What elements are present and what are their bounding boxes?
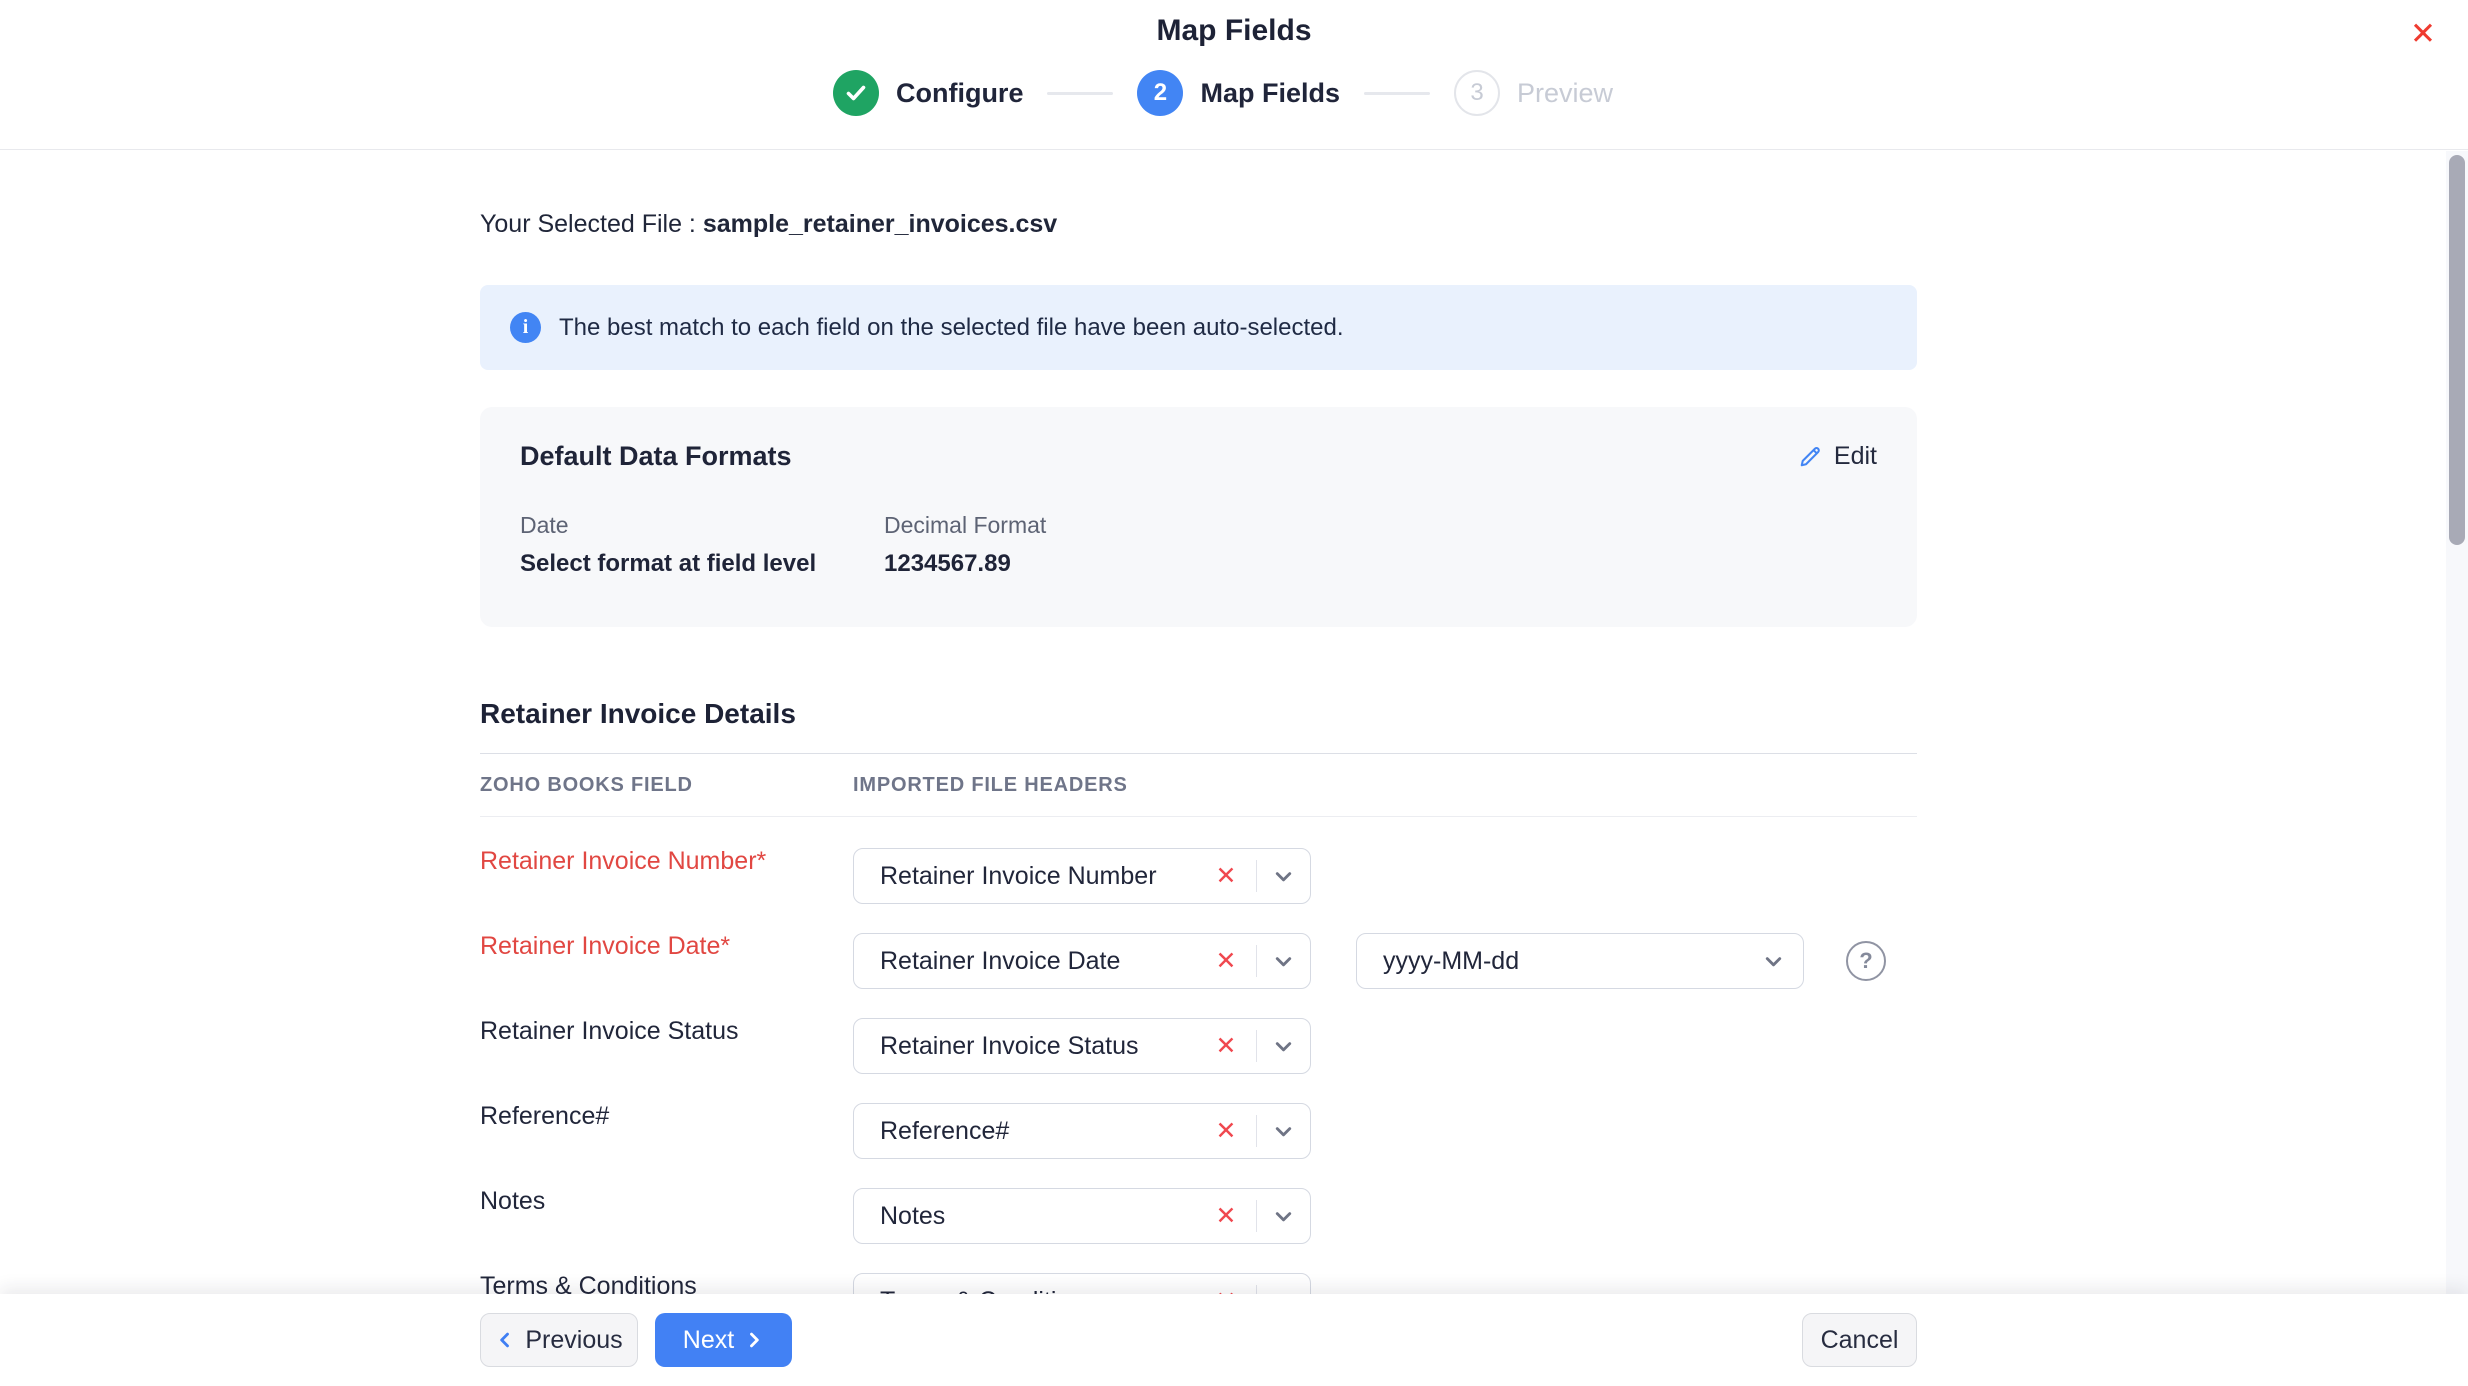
column-header-imported-headers: IMPORTED FILE HEADERS bbox=[853, 774, 1917, 797]
mapping-row: Reference# Reference# ✕ bbox=[480, 1103, 1917, 1159]
chevron-down-icon[interactable] bbox=[1257, 1205, 1310, 1228]
dialog-footer: Previous Next Cancel bbox=[0, 1294, 2468, 1386]
edit-label: Edit bbox=[1834, 442, 1877, 471]
step-number-circle: 3 bbox=[1454, 70, 1500, 116]
step-map-fields[interactable]: 2 Map Fields bbox=[1137, 70, 1340, 116]
field-label: Retainer Invoice Date* bbox=[480, 932, 853, 961]
imported-header-select[interactable]: Retainer Invoice Status ✕ bbox=[853, 1018, 1311, 1074]
scrollbar-thumb[interactable] bbox=[2449, 155, 2465, 545]
default-data-formats-panel: Default Data Formats Edit Date Select fo… bbox=[480, 407, 1917, 627]
step-number-circle: 2 bbox=[1137, 70, 1183, 116]
imported-header-select[interactable]: Retainer Invoice Number ✕ bbox=[853, 848, 1311, 904]
chevron-right-icon bbox=[744, 1330, 764, 1350]
clear-selection-icon[interactable]: ✕ bbox=[1208, 1204, 1256, 1229]
selected-header: Retainer Invoice Status bbox=[880, 1032, 1208, 1061]
dialog-body: Your Selected File : sample_retainer_inv… bbox=[480, 151, 1917, 1358]
format-value: 1234567.89 bbox=[884, 550, 1248, 578]
dialog-title: Map Fields bbox=[0, 0, 2468, 48]
chevron-down-icon bbox=[1747, 950, 1803, 973]
cancel-label: Cancel bbox=[1821, 1326, 1899, 1355]
step-preview: 3 Preview bbox=[1454, 70, 1613, 116]
clear-selection-icon[interactable]: ✕ bbox=[1208, 1034, 1256, 1059]
scrollbar-track[interactable] bbox=[2446, 151, 2468, 1294]
clear-selection-icon[interactable]: ✕ bbox=[1208, 949, 1256, 974]
info-banner: i The best match to each field on the se… bbox=[480, 285, 1917, 370]
selected-date-format: yyyy-MM-dd bbox=[1383, 947, 1747, 976]
step-label: Configure bbox=[896, 78, 1024, 109]
clear-selection-icon[interactable]: ✕ bbox=[1208, 864, 1256, 889]
selected-header: Retainer Invoice Date bbox=[880, 947, 1208, 976]
check-icon bbox=[844, 81, 868, 105]
info-banner-text: The best match to each field on the sele… bbox=[559, 314, 1344, 342]
step-check-circle bbox=[833, 70, 879, 116]
selected-header: Notes bbox=[880, 1202, 1208, 1231]
chevron-down-icon[interactable] bbox=[1257, 865, 1310, 888]
next-label: Next bbox=[683, 1326, 734, 1355]
chevron-down-icon[interactable] bbox=[1257, 1120, 1310, 1143]
previous-label: Previous bbox=[525, 1326, 622, 1355]
mapping-table-header: ZOHO BOOKS FIELD IMPORTED FILE HEADERS bbox=[480, 753, 1917, 817]
selected-file-line: Your Selected File : sample_retainer_inv… bbox=[480, 209, 1917, 239]
format-label: Date bbox=[520, 512, 884, 539]
date-format-select[interactable]: yyyy-MM-dd bbox=[1356, 933, 1804, 989]
imported-header-select[interactable]: Notes ✕ bbox=[853, 1188, 1311, 1244]
format-item-date: Date Select format at field level bbox=[520, 512, 884, 578]
edit-formats-button[interactable]: Edit bbox=[1797, 442, 1877, 471]
field-label: Retainer Invoice Status bbox=[480, 1017, 853, 1046]
field-label: Notes bbox=[480, 1187, 853, 1216]
step-configure[interactable]: Configure bbox=[833, 70, 1024, 116]
stepper: Configure 2 Map Fields 3 Preview bbox=[0, 70, 2446, 116]
selected-header: Reference# bbox=[880, 1117, 1208, 1146]
mapping-rows: Retainer Invoice Number* Retainer Invoic… bbox=[480, 817, 1917, 1329]
format-value: Select format at field level bbox=[520, 550, 884, 578]
selected-header: Retainer Invoice Number bbox=[880, 862, 1208, 891]
chevron-left-icon bbox=[495, 1330, 515, 1350]
step-connector bbox=[1047, 92, 1113, 95]
field-label: Retainer Invoice Number* bbox=[480, 847, 853, 876]
step-label: Map Fields bbox=[1200, 78, 1340, 109]
help-icon[interactable]: ? bbox=[1846, 941, 1886, 981]
imported-header-select[interactable]: Retainer Invoice Date ✕ bbox=[853, 933, 1311, 989]
format-label: Decimal Format bbox=[884, 512, 1248, 539]
step-label: Preview bbox=[1517, 78, 1613, 109]
format-item-decimal: Decimal Format 1234567.89 bbox=[884, 512, 1248, 578]
step-connector bbox=[1364, 92, 1430, 95]
dialog-header: Map Fields ✕ Configure 2 Map Fields 3 Pr… bbox=[0, 0, 2468, 150]
section-title: Retainer Invoice Details bbox=[480, 697, 1917, 731]
mapping-row: Notes Notes ✕ bbox=[480, 1188, 1917, 1244]
info-icon: i bbox=[510, 312, 541, 343]
pencil-icon bbox=[1797, 443, 1824, 470]
chevron-down-icon[interactable] bbox=[1257, 950, 1310, 973]
column-header-zoho-field: ZOHO BOOKS FIELD bbox=[480, 774, 853, 797]
selected-file-label: Your Selected File : bbox=[480, 210, 696, 238]
mapping-row: Retainer Invoice Date* Retainer Invoice … bbox=[480, 933, 1917, 989]
imported-header-select[interactable]: Reference# ✕ bbox=[853, 1103, 1311, 1159]
next-button[interactable]: Next bbox=[655, 1313, 792, 1367]
panel-title: Default Data Formats bbox=[520, 441, 792, 472]
field-label: Reference# bbox=[480, 1102, 853, 1131]
selected-file-name: sample_retainer_invoices.csv bbox=[703, 210, 1057, 238]
previous-button[interactable]: Previous bbox=[480, 1313, 638, 1367]
mapping-row: Retainer Invoice Number* Retainer Invoic… bbox=[480, 848, 1917, 904]
clear-selection-icon[interactable]: ✕ bbox=[1208, 1119, 1256, 1144]
chevron-down-icon[interactable] bbox=[1257, 1035, 1310, 1058]
close-icon[interactable]: ✕ bbox=[2410, 18, 2436, 49]
mapping-row: Retainer Invoice Status Retainer Invoice… bbox=[480, 1018, 1917, 1074]
cancel-button[interactable]: Cancel bbox=[1802, 1313, 1917, 1367]
